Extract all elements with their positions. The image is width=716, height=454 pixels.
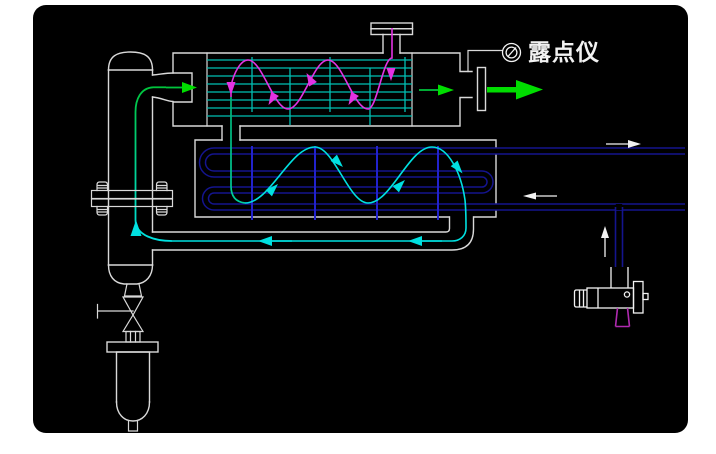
drawing-background [33,5,688,433]
dew-point-meter-label: 露点仪 [528,39,600,65]
diagram-canvas: 露点仪 [0,0,716,454]
tee-junction [616,204,622,210]
